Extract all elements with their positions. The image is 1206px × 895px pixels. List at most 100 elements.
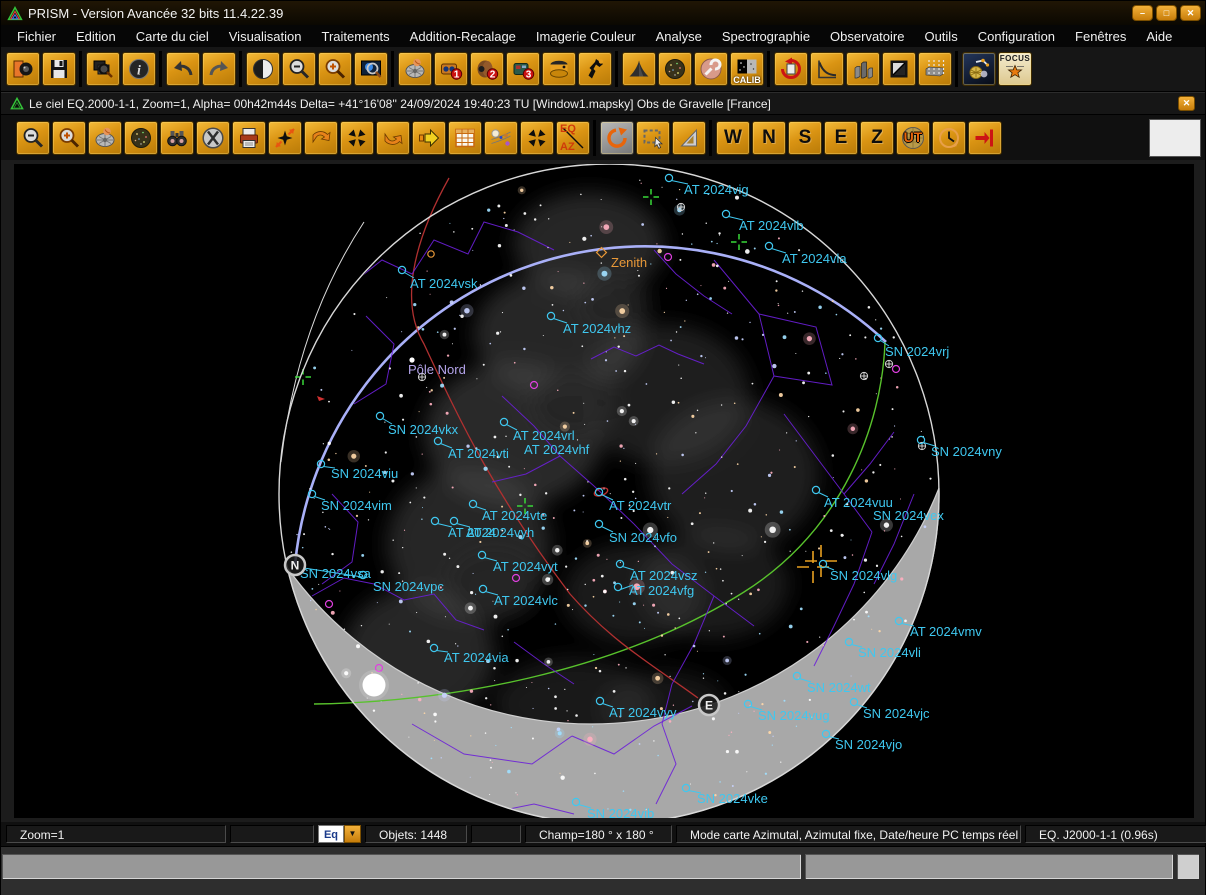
star-sphere-button[interactable] bbox=[124, 121, 158, 155]
menu-aide[interactable]: Aide bbox=[1136, 27, 1182, 46]
sky-label: SN 2024vib bbox=[587, 806, 654, 818]
ut-sphere-button[interactable]: UT bbox=[896, 121, 930, 155]
cardinal-e-button[interactable]: E bbox=[824, 121, 858, 155]
sky-label: AT 2024vrl bbox=[513, 428, 575, 443]
zoom-out-button[interactable] bbox=[16, 121, 50, 155]
menu-outils[interactable]: Outils bbox=[914, 27, 967, 46]
screen-zoom-button[interactable] bbox=[354, 52, 388, 86]
device-3-button[interactable]: 3 bbox=[506, 52, 540, 86]
bottom-panel-left bbox=[2, 854, 801, 879]
telescope-icon bbox=[583, 57, 607, 81]
cardinal-z-button[interactable]: Z bbox=[860, 121, 894, 155]
frame-diagonal-button[interactable] bbox=[882, 52, 916, 86]
cardinal-s-button[interactable]: S bbox=[788, 121, 822, 155]
pole-nord-label: Pôle Nord bbox=[408, 362, 466, 377]
statusbar: Zoom=1 Eq ▼ Objets: 1448 Champ=180 ° x 1… bbox=[1, 822, 1205, 846]
menu-edition[interactable]: Edition bbox=[66, 27, 126, 46]
compress-arrows-2-icon bbox=[525, 126, 549, 150]
menu-spectrographie[interactable]: Spectrographie bbox=[712, 27, 820, 46]
automation-robot-button[interactable] bbox=[962, 52, 996, 86]
camera-1-button[interactable]: 1 bbox=[434, 52, 468, 86]
open-image-button[interactable] bbox=[6, 52, 40, 86]
cardinal-n-button[interactable]: N bbox=[752, 121, 786, 155]
contrast-icon bbox=[251, 57, 275, 81]
clock-button[interactable] bbox=[932, 121, 966, 155]
collimation-wrench-button[interactable] bbox=[694, 52, 728, 86]
compress-arrows-2-button[interactable] bbox=[520, 121, 554, 155]
arrow-right-button[interactable] bbox=[412, 121, 446, 155]
print-button[interactable] bbox=[232, 121, 266, 155]
info-button[interactable]: i bbox=[122, 52, 156, 86]
maximize-button[interactable]: □ bbox=[1156, 5, 1177, 21]
zoom-in-icon bbox=[323, 57, 347, 81]
menu-observatoire[interactable]: Observatoire bbox=[820, 27, 914, 46]
camera-1-icon: 1 bbox=[439, 57, 463, 81]
swoosh-down-button[interactable] bbox=[304, 121, 338, 155]
horizon-marker-e: E bbox=[699, 695, 719, 715]
status-field-of-view: Champ=180 ° x 180 ° bbox=[525, 825, 672, 843]
eq-az-button[interactable]: EQAZ bbox=[556, 121, 590, 155]
menu-fen-tres[interactable]: Fenêtres bbox=[1065, 27, 1136, 46]
status-spacer-2 bbox=[471, 825, 521, 843]
swoosh-up-button[interactable] bbox=[376, 121, 410, 155]
menu-configuration[interactable]: Configuration bbox=[968, 27, 1065, 46]
map-window-icon bbox=[10, 97, 24, 110]
menu-fichier[interactable]: Fichier bbox=[7, 27, 66, 46]
zoom-in-button[interactable] bbox=[52, 121, 86, 155]
menu-visualisation[interactable]: Visualisation bbox=[219, 27, 312, 46]
bars-3d-button[interactable] bbox=[846, 52, 880, 86]
sky-label: AT 2024vtr bbox=[609, 498, 672, 513]
sky-map-canvas[interactable]: AT 2024vigAT 2024vlbAT 2024vlaAT 2024vsk… bbox=[14, 164, 1194, 818]
close-button[interactable]: ✕ bbox=[1180, 5, 1201, 21]
cardinal-w-button[interactable]: W bbox=[716, 121, 750, 155]
save-image-button[interactable] bbox=[42, 52, 76, 86]
solar-system-button[interactable] bbox=[484, 121, 518, 155]
coordinate-system-combo[interactable]: Eq ▼ bbox=[318, 825, 361, 843]
compress-arrows-icon bbox=[345, 126, 369, 150]
combo-dropdown-button[interactable]: ▼ bbox=[344, 825, 361, 843]
refresh-red-icon bbox=[779, 57, 803, 81]
cone-button[interactable] bbox=[622, 52, 656, 86]
clock-icon bbox=[937, 126, 961, 150]
table-button[interactable] bbox=[448, 121, 482, 155]
telescope-button[interactable] bbox=[578, 52, 612, 86]
menu-carte-du-ciel[interactable]: Carte du ciel bbox=[126, 27, 219, 46]
svg-text:N: N bbox=[291, 559, 300, 573]
triangle-ruler-button[interactable] bbox=[672, 121, 706, 155]
lens-2-button[interactable]: 2 bbox=[470, 52, 504, 86]
menu-imagerie-couleur[interactable]: Imagerie Couleur bbox=[526, 27, 646, 46]
image-search-button[interactable] bbox=[86, 52, 120, 86]
expand-star-button[interactable] bbox=[268, 121, 302, 155]
filter-wheel-button[interactable] bbox=[542, 52, 576, 86]
undo-button[interactable] bbox=[166, 52, 200, 86]
turbine-button[interactable] bbox=[398, 52, 432, 86]
map-window-close-button[interactable]: ✕ bbox=[1178, 96, 1195, 111]
menu-analyse[interactable]: Analyse bbox=[646, 27, 712, 46]
menu-addition-recalage[interactable]: Addition-Recalage bbox=[400, 27, 526, 46]
coordinate-system-value: Eq bbox=[318, 825, 344, 843]
svg-text:E: E bbox=[705, 699, 713, 713]
binoculars-button[interactable] bbox=[160, 121, 194, 155]
menu-traitements[interactable]: Traitements bbox=[312, 27, 400, 46]
focus-button[interactable]: FOCUS bbox=[998, 52, 1032, 86]
zoom-out-button[interactable] bbox=[282, 52, 316, 86]
compress-arrows-button[interactable] bbox=[340, 121, 374, 155]
collimation-wrench-icon bbox=[699, 57, 723, 81]
star-sphere-button[interactable] bbox=[658, 52, 692, 86]
select-rect-button[interactable] bbox=[636, 121, 670, 155]
rotate-tool-button[interactable] bbox=[600, 121, 634, 155]
goto-line-button[interactable] bbox=[968, 121, 1002, 155]
zoom-in-button[interactable] bbox=[318, 52, 352, 86]
dotted-columns-button[interactable] bbox=[918, 52, 952, 86]
curve-graph-button[interactable] bbox=[810, 52, 844, 86]
calibration-button[interactable]: CALIB bbox=[730, 52, 764, 86]
minimize-button[interactable]: – bbox=[1132, 5, 1153, 21]
contrast-button[interactable] bbox=[246, 52, 280, 86]
turbine-button[interactable] bbox=[88, 121, 122, 155]
swoosh-down-icon bbox=[309, 126, 333, 150]
forbidden-button[interactable] bbox=[196, 121, 230, 155]
resize-grip[interactable] bbox=[1177, 854, 1199, 879]
refresh-red-button[interactable] bbox=[774, 52, 808, 86]
goto-line-icon bbox=[973, 126, 997, 150]
redo-button[interactable] bbox=[202, 52, 236, 86]
